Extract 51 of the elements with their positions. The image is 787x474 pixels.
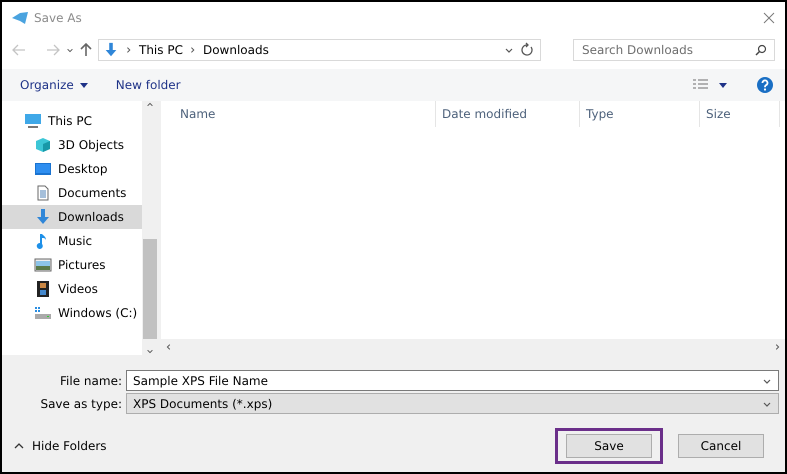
desktop-icon xyxy=(34,161,52,177)
organize-button[interactable]: Organize xyxy=(20,78,88,92)
column-header[interactable]: Type xyxy=(580,101,700,127)
recent-caret-icon xyxy=(66,46,74,54)
search-icon xyxy=(755,44,767,56)
breadcrumb-item[interactable]: This PC xyxy=(139,43,183,57)
app-icon xyxy=(12,12,28,24)
film-icon xyxy=(34,281,52,297)
column-header[interactable]: Name xyxy=(174,101,436,127)
view-options-icon[interactable] xyxy=(693,79,729,91)
chevron-icon xyxy=(188,46,197,54)
down-arrow-icon xyxy=(103,42,119,58)
scroll-up-icon xyxy=(146,101,154,109)
down-arrow-icon xyxy=(34,209,52,225)
field-label: Save as type: xyxy=(39,396,123,410)
drive-icon xyxy=(34,305,52,321)
caret-icon xyxy=(14,442,24,450)
sidebar-item[interactable]: This PC xyxy=(2,109,142,133)
sidebar-item[interactable]: Downloads xyxy=(2,205,142,229)
sidebar-item[interactable]: Videos xyxy=(2,277,142,301)
file-name-field[interactable]: Sample XPS File Name xyxy=(126,370,779,391)
sidebar-item[interactable]: 3D Objects xyxy=(2,133,142,157)
file-type-dropdown[interactable]: XPS Documents (*.xps) xyxy=(126,393,779,414)
caret-icon xyxy=(80,82,88,88)
chevron-icon xyxy=(125,46,133,54)
picture-icon xyxy=(34,257,52,273)
sidebar-item[interactable]: Documents xyxy=(2,181,142,205)
up-arrow-icon[interactable] xyxy=(80,43,92,57)
scroll-down-icon xyxy=(146,347,154,355)
cube-icon xyxy=(34,137,52,153)
sidebar-item[interactable]: Pictures xyxy=(2,253,142,277)
hide-folders-button[interactable]: Hide Folders xyxy=(14,439,555,453)
scrollbar[interactable] xyxy=(142,101,158,355)
window-title: Save As xyxy=(34,11,83,25)
breadcrumb-item[interactable]: Downloads xyxy=(202,43,269,57)
address-bar[interactable]: This PC Downloads xyxy=(98,39,541,61)
close-icon[interactable] xyxy=(763,12,775,24)
scroll-right-icon xyxy=(773,343,781,351)
column-header[interactable]: Size xyxy=(700,101,780,127)
dialog-button[interactable]: Save xyxy=(566,434,652,458)
dialog-button[interactable]: Cancel xyxy=(678,434,764,458)
column-header[interactable]: Date modified xyxy=(436,101,580,127)
sidebar-item[interactable]: Music xyxy=(2,229,142,253)
field-label: File name: xyxy=(59,374,123,388)
sidebar-item[interactable]: Desktop xyxy=(2,157,142,181)
sidebar-item[interactable]: Windows (C:) xyxy=(2,301,142,325)
monitor-icon xyxy=(24,113,42,129)
scroll-left-icon xyxy=(165,343,173,351)
help-icon[interactable] xyxy=(757,77,773,93)
search-field[interactable]: Search Downloads xyxy=(573,39,775,61)
new-folder-button[interactable]: New folder xyxy=(116,78,181,92)
